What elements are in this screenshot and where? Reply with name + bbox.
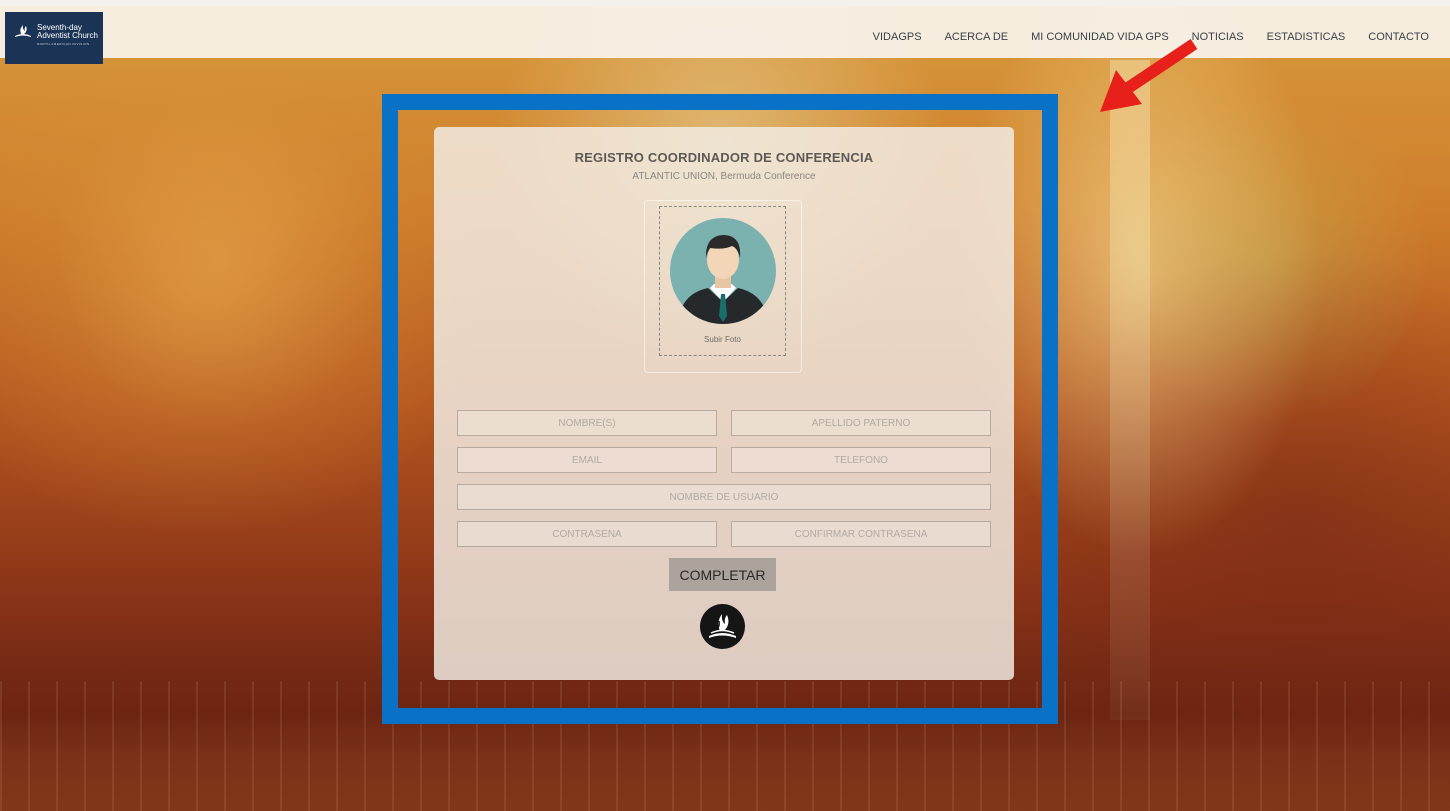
logo-text: Seventh-day Adventist Church NORTH AMERI… xyxy=(37,24,98,46)
password-input[interactable] xyxy=(457,521,717,547)
background-light-ray xyxy=(1110,60,1150,720)
confirm-password-input[interactable] xyxy=(731,521,991,547)
church-logo-link[interactable]: Seventh-day Adventist Church NORTH AMERI… xyxy=(5,12,103,64)
form-title: REGISTRO COORDINADOR DE CONFERENCIA xyxy=(574,150,874,165)
phone-input[interactable] xyxy=(731,447,991,473)
photo-upload-dropzone[interactable]: Subir Foto xyxy=(659,206,786,356)
last-name-input[interactable] xyxy=(731,410,991,436)
email-input[interactable] xyxy=(457,447,717,473)
nav-item-estadisticas[interactable]: ESTADISTICAS xyxy=(1267,31,1346,43)
upload-photo-label: Subir Foto xyxy=(704,335,741,344)
registration-card: REGISTRO COORDINADOR DE CONFERENCIA ATLA… xyxy=(434,127,1014,680)
sda-church-logo-icon xyxy=(700,604,745,649)
logo-line-3: NORTH AMERICAN DIVISION xyxy=(37,42,90,46)
sda-flame-book-icon xyxy=(15,25,31,37)
form-subtitle: ATLANTIC UNION, Bermuda Conference xyxy=(632,171,816,182)
logo-line-2: Adventist Church xyxy=(37,31,98,40)
first-name-input[interactable] xyxy=(457,410,717,436)
nav-item-acerca-de[interactable]: ACERCA DE xyxy=(945,31,1009,43)
username-input[interactable] xyxy=(457,484,991,510)
red-arrow-icon xyxy=(1100,39,1198,112)
nav-item-vidagps[interactable]: VIDAGPS xyxy=(873,31,922,43)
user-avatar-icon xyxy=(670,218,776,324)
complete-button[interactable]: COMPLETAR xyxy=(669,558,776,591)
site-header: Seventh-day Adventist Church NORTH AMERI… xyxy=(0,0,1450,64)
nav-item-contacto[interactable]: CONTACTO xyxy=(1368,31,1429,43)
